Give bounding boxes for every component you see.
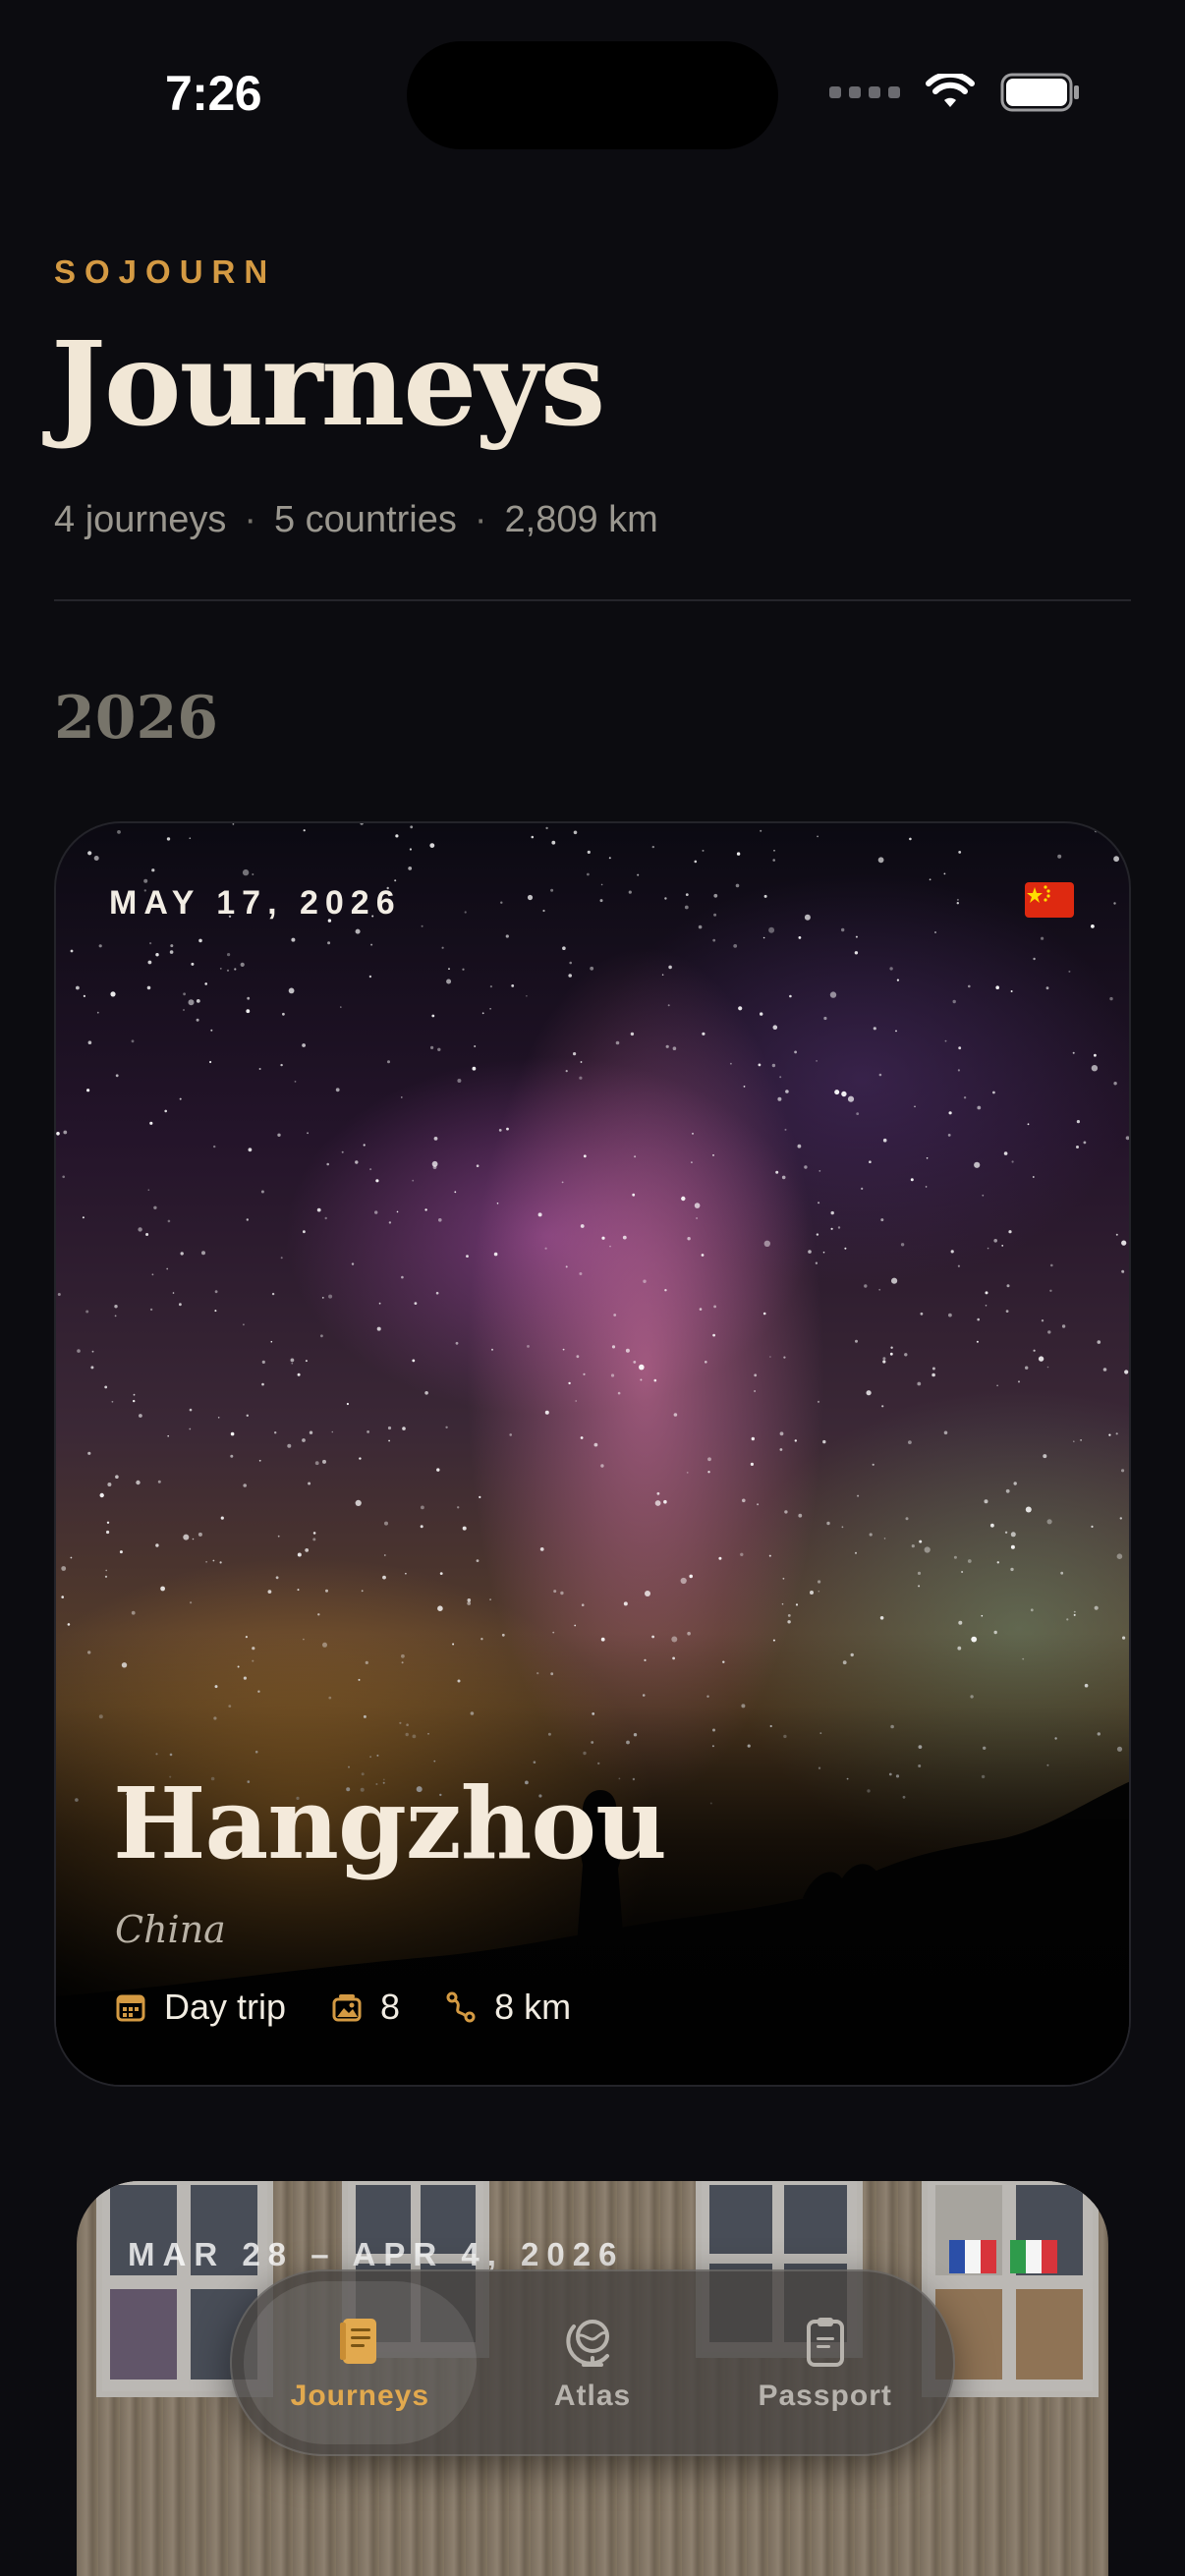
- meta-duration-label: Day trip: [164, 1987, 287, 2027]
- battery-icon: [1000, 73, 1079, 112]
- france-flag-icon: [949, 2240, 996, 2273]
- tab-journeys-label: Journeys: [290, 2380, 430, 2412]
- tab-atlas[interactable]: Atlas: [477, 2281, 709, 2444]
- tab-bar: Journeys Atlas Passport: [230, 2269, 955, 2456]
- globe-icon: [566, 2320, 609, 2367]
- calendar-icon: [116, 1994, 145, 2022]
- journey-date: MAY 17, 2026: [109, 884, 402, 922]
- stat-separator: ·: [474, 499, 487, 540]
- clipboard-icon: [806, 2318, 844, 2367]
- cellular-signal-icon: [829, 86, 900, 98]
- meta-duration: Day trip: [115, 1987, 286, 2028]
- journey-meta: Day trip 8 8 km: [115, 1987, 616, 2028]
- italy-flag-icon: [1010, 2240, 1057, 2273]
- app-name-label: SOJOURN: [54, 253, 277, 290]
- tab-journeys[interactable]: Journeys: [244, 2281, 477, 2444]
- page-title: Journeys: [51, 315, 605, 452]
- journey-card[interactable]: MAY 17, 2026 Hangzhou China Day trip 8 8…: [54, 821, 1131, 2087]
- photos-icon: [332, 1994, 362, 2022]
- route-icon: [446, 1991, 476, 2023]
- year-heading: 2026: [54, 684, 218, 753]
- status-indicators: [829, 73, 1081, 112]
- journal-icon: [340, 2319, 377, 2364]
- meta-photos-count: 8: [380, 1987, 401, 2027]
- stat-separator: ·: [244, 499, 256, 540]
- stat-distance: 2,809 km: [504, 499, 658, 540]
- meta-distance: 8 km: [445, 1987, 571, 2028]
- journey-city: Hangzhou: [113, 1765, 667, 1881]
- wifi-icon: [926, 74, 975, 107]
- china-flag-icon: [1025, 882, 1074, 918]
- tab-passport-label: Passport: [758, 2380, 892, 2412]
- tab-passport[interactable]: Passport: [708, 2281, 941, 2444]
- stat-journeys: 4 journeys: [54, 499, 227, 540]
- header-divider: [54, 599, 1131, 601]
- meta-photos: 8: [331, 1987, 400, 2028]
- tab-atlas-label: Atlas: [553, 2380, 632, 2412]
- journey-date: MAR 28 – APR 4, 2026: [128, 2236, 625, 2272]
- journey-stats: 4 journeys · 5 countries · 2,809 km: [54, 499, 658, 541]
- dynamic-island: [407, 41, 778, 149]
- journey-flags: [949, 2240, 1057, 2273]
- journeys-screen: 7:26 SOJOURN Journeys 4 journeys · 5 cou…: [0, 0, 1185, 2576]
- meta-distance-label: 8 km: [494, 1987, 572, 2027]
- journey-country: China: [115, 1908, 226, 1951]
- stat-countries: 5 countries: [273, 499, 457, 540]
- status-time: 7:26: [165, 66, 262, 121]
